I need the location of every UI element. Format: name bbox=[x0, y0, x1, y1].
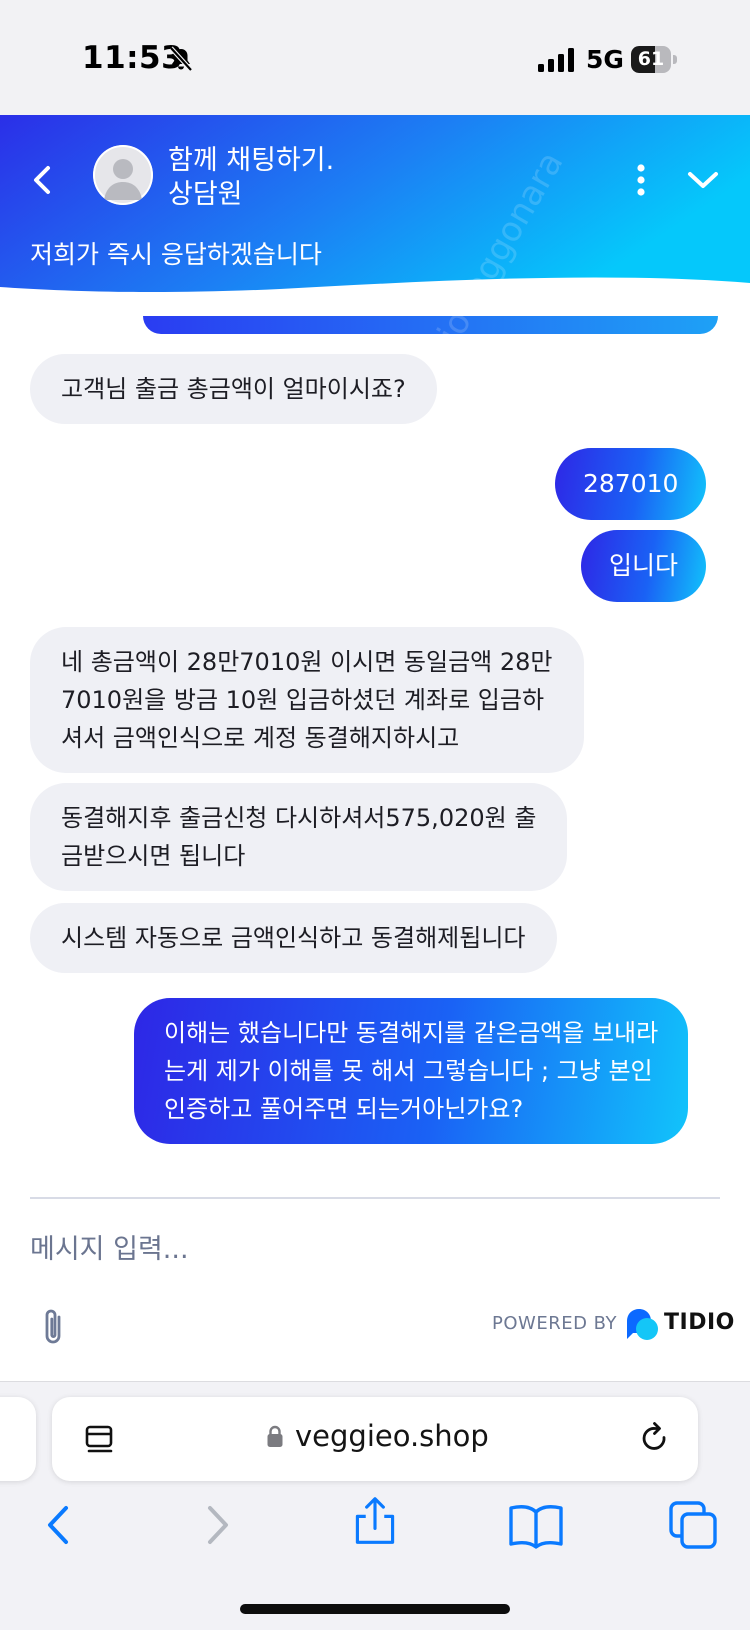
message-input[interactable] bbox=[30, 1225, 720, 1273]
message-line: 7010원을 방금 10원 입금하셨던 계좌로 입금하 bbox=[61, 686, 545, 714]
share-icon[interactable] bbox=[350, 1496, 400, 1546]
message-line: 금받으시면 됩니다 bbox=[61, 842, 246, 870]
message-text: 시스템 자동으로 금액인식하고 동결해제됩니다 bbox=[61, 924, 526, 952]
chat-title: 함께 채팅하기. bbox=[168, 145, 335, 176]
screenshot: 11:53 5G 61 함께 채팅하기. 상담원 저희가 즉시 응답하겠습니다 … bbox=[0, 0, 750, 1630]
agent-role: 상담원 bbox=[168, 179, 243, 210]
chevron-left-icon[interactable] bbox=[28, 160, 56, 200]
powered-by-label: POWERED BY bbox=[492, 1313, 618, 1334]
agent-message: 고객님 출금 총금액이 얼마이시죠? bbox=[30, 354, 437, 424]
composer-divider bbox=[30, 1197, 720, 1199]
network-type: 5G bbox=[586, 45, 624, 74]
message-text: 고객님 출금 총금액이 얼마이시죠? bbox=[61, 375, 406, 403]
reader-mode-icon[interactable] bbox=[84, 1423, 116, 1455]
message-text: 입니다 bbox=[609, 551, 679, 580]
tidio-brand[interactable]: TIDIO bbox=[664, 1310, 735, 1335]
message-line: 네 총금액이 28만7010원 이시면 동일금액 28만 bbox=[61, 648, 553, 676]
battery-percent: 61 bbox=[637, 48, 665, 70]
message-line: 셔서 금액인식으로 계정 동결해지하시고 bbox=[61, 724, 460, 752]
message-line: 이해는 했습니다만 동결해지를 같은금액을 보내라 bbox=[164, 1019, 659, 1047]
reload-icon[interactable] bbox=[639, 1421, 671, 1457]
message-line: 인증하고 풀어주면 되는거아닌가요? bbox=[164, 1095, 524, 1123]
status-bar: 11:53 5G 61 bbox=[0, 0, 750, 115]
agent-message: 동결해지후 출금신청 다시하셔서575,020원 출 금받으시면 됩니다 bbox=[30, 783, 568, 891]
message-text: 287010 bbox=[583, 469, 679, 498]
paperclip-icon[interactable] bbox=[40, 1305, 68, 1349]
avatar-placeholder-icon bbox=[93, 145, 153, 205]
user-message: 이해는 했습니다만 동결해지를 같은금액을 보내라 는게 제가 이해를 못 해서… bbox=[134, 998, 689, 1144]
tidio-logo-icon[interactable] bbox=[625, 1307, 659, 1341]
cellular-signal-icon bbox=[538, 48, 574, 72]
back-arrow-icon[interactable] bbox=[36, 1500, 86, 1550]
bell-slash-icon bbox=[169, 46, 193, 72]
tabs-icon[interactable] bbox=[668, 1500, 718, 1550]
previous-message-edge bbox=[143, 316, 718, 334]
bookmarks-icon[interactable] bbox=[508, 1500, 564, 1550]
user-message: 287010 bbox=[555, 448, 707, 520]
lock-icon bbox=[267, 1425, 283, 1447]
url-text[interactable]: veggieo.shop bbox=[295, 1419, 489, 1453]
user-message: 입니다 bbox=[581, 530, 707, 602]
more-vertical-icon[interactable] bbox=[630, 160, 652, 200]
chat-header: 함께 채팅하기. 상담원 저희가 즉시 응답하겠습니다 bbox=[0, 115, 750, 330]
home-indicator bbox=[240, 1604, 510, 1614]
agent-message: 네 총금액이 28만7010원 이시면 동일금액 28만 7010원을 방금 1… bbox=[30, 627, 584, 773]
forward-arrow-icon[interactable] bbox=[192, 1500, 242, 1550]
previous-tab-peek[interactable] bbox=[0, 1397, 36, 1481]
message-line: 는게 제가 이해를 못 해서 그렇습니다 ; 그냥 본인 bbox=[164, 1057, 653, 1085]
message-line: 동결해지후 출금신청 다시하셔서575,020원 출 bbox=[61, 804, 537, 832]
chevron-down-icon[interactable] bbox=[685, 165, 721, 195]
chat-subtitle: 저희가 즉시 응답하겠습니다 bbox=[30, 240, 322, 269]
agent-avatar bbox=[93, 145, 153, 205]
battery-icon: 61 bbox=[631, 46, 677, 73]
agent-message: 시스템 자동으로 금액인식하고 동결해제됩니다 bbox=[30, 903, 557, 973]
